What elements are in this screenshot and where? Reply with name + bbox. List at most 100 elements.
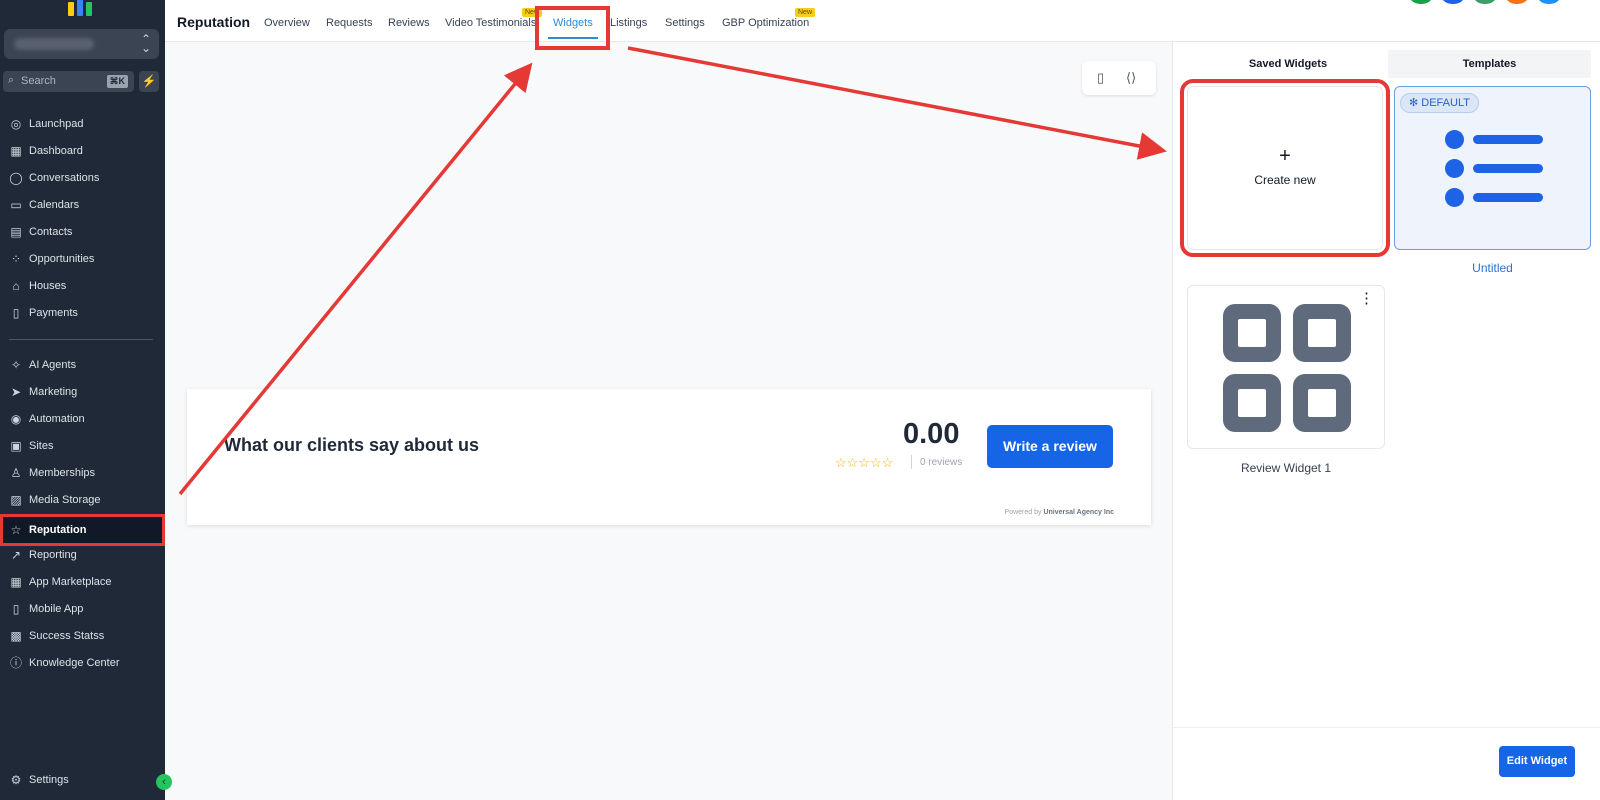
rating-stars: ☆☆☆☆☆ — [835, 455, 894, 470]
preview-toolbar: ▯ ⟨⟩ — [1082, 61, 1156, 95]
sidebar-item-launchpad[interactable]: ◎ Launchpad — [0, 111, 165, 137]
sidebar-item-label: App Marketplace — [29, 576, 112, 588]
avatar[interactable] — [1474, 0, 1496, 4]
sidebar-item-media-storage[interactable]: ▨ Media Storage — [0, 487, 165, 513]
powered-by-name: Universal Agency Inc — [1043, 509, 1114, 516]
rocket-icon: ◎ — [10, 117, 22, 131]
powered-by: Powered by Universal Agency Inc — [1005, 509, 1114, 516]
sidebar: ⌃ ⌄ ⌕ Search ⌘K ⚡ ◎ Launchpad ▦ Dashboard… — [0, 0, 172, 800]
create-new-widget-card[interactable]: + Create new — [1180, 79, 1390, 257]
new-badge: New — [795, 8, 816, 17]
rating-separator — [911, 455, 912, 469]
sidebar-item-app-marketplace[interactable]: ▦ App Marketplace — [0, 569, 165, 595]
mobile-preview-icon[interactable]: ▯ — [1097, 70, 1104, 86]
search-placeholder: Search — [21, 75, 56, 87]
tab-gbp-optimization[interactable]: GBP Optimization — [722, 17, 809, 29]
review-widget-preview: What our clients say about us 0.00 ☆☆☆☆☆… — [187, 389, 1151, 525]
snowflake-icon: ✻ — [1409, 97, 1419, 109]
embed-code-icon[interactable]: ⟨⟩ — [1126, 70, 1136, 86]
sidebar-item-label: Reporting — [29, 549, 77, 561]
quick-action-bolt-icon[interactable]: ⚡ — [139, 71, 159, 92]
sidebar-item-memberships[interactable]: ♙ Memberships — [0, 460, 165, 486]
sidebar-item-ai-agents[interactable]: ✧ AI Agents — [0, 352, 165, 378]
sidebar-item-automation[interactable]: ◉ Automation — [0, 406, 165, 432]
membership-icon: ♙ — [10, 466, 22, 480]
create-new-label: Create new — [1254, 173, 1316, 187]
template-name[interactable]: Untitled — [1394, 261, 1591, 275]
tab-reviews[interactable]: Reviews — [388, 17, 430, 29]
sidebar-item-payments[interactable]: ▯ Payments — [0, 300, 165, 326]
sidebar-item-conversations[interactable]: ◯ Conversations — [0, 165, 165, 191]
sidebar-item-label: Success Statss — [29, 630, 105, 642]
tab-requests[interactable]: Requests — [326, 17, 372, 29]
template-dot — [1445, 188, 1464, 207]
widget-heading: What our clients say about us — [224, 435, 480, 455]
panel-tabs: Saved Widgets Templates — [1188, 50, 1591, 78]
sidebar-item-knowledge-center[interactable]: ⓘ Knowledge Center — [0, 650, 165, 676]
widget-grid-icon — [1293, 304, 1351, 362]
sidebar-item-label: Reputation — [29, 524, 87, 536]
sidebar-item-sites[interactable]: ▣ Sites — [0, 433, 165, 459]
trend-icon: ↗ — [10, 548, 22, 562]
default-template-card[interactable]: ✻ DEFAULT — [1394, 86, 1591, 250]
annotation-highlight-widgets-tab — [535, 6, 610, 50]
sidebar-item-label: Settings — [29, 774, 69, 786]
sidebar-item-label: Payments — [29, 307, 78, 319]
account-switcher[interactable]: ⌃ ⌄ — [4, 29, 159, 59]
saved-widget-name[interactable]: Review Widget 1 — [1187, 461, 1385, 475]
tab-listings[interactable]: Listings — [610, 17, 647, 29]
search-icon: ⌕ — [8, 74, 15, 86]
sidebar-item-label: Automation — [29, 413, 85, 425]
grid-icon: ▦ — [10, 144, 22, 158]
plus-icon: + — [1279, 145, 1291, 167]
widget-grid-icon — [1293, 374, 1351, 432]
saved-widget-card[interactable]: ⋮ — [1187, 285, 1385, 449]
sidebar-item-settings[interactable]: ⚙ Settings — [0, 767, 165, 793]
contacts-icon: ▤ — [10, 225, 22, 239]
sidebar-item-mobile-app[interactable]: ▯ Mobile App — [0, 596, 165, 622]
tab-video-testimonials[interactable]: Video Testimonials — [445, 17, 536, 29]
sidebar-item-reporting[interactable]: ↗ Reporting — [0, 542, 165, 568]
calendar-icon: ▭ — [10, 198, 22, 212]
sidebar-item-label: Marketing — [29, 386, 78, 398]
collapse-sidebar-chevron-icon[interactable]: ‹ — [156, 774, 172, 790]
sidebar-item-marketing[interactable]: ➤ Marketing — [0, 379, 165, 405]
automation-icon: ◉ — [10, 412, 22, 426]
sparkle-icon: ✧ — [10, 358, 22, 372]
page-title: Reputation — [177, 14, 251, 30]
avatar[interactable] — [1506, 0, 1528, 4]
avatar[interactable] — [1538, 0, 1560, 4]
sidebar-item-label: Mobile App — [29, 603, 84, 615]
widget-grid-icon — [1223, 304, 1281, 362]
sidebar-item-label: Contacts — [29, 226, 73, 238]
sidebar-item-houses[interactable]: ⌂ Houses — [0, 273, 165, 299]
sidebar-item-calendars[interactable]: ▭ Calendars — [0, 192, 165, 218]
image-icon: ▨ — [10, 493, 22, 507]
tab-overview[interactable]: Overview — [264, 17, 310, 29]
more-options-icon[interactable]: ⋮ — [1359, 291, 1374, 306]
avatar[interactable] — [1410, 0, 1432, 4]
chat-icon: ◯ — [9, 171, 23, 185]
sidebar-item-label: Dashboard — [29, 145, 83, 157]
arrow-widgets-to-create-new — [627, 46, 1167, 160]
sidebar-item-opportunities[interactable]: ⁘ Opportunities — [0, 246, 165, 272]
search-input[interactable]: ⌕ Search ⌘K — [3, 71, 134, 92]
sidebar-item-contacts[interactable]: ▤ Contacts — [0, 219, 165, 245]
tab-saved-widgets[interactable]: Saved Widgets — [1188, 50, 1388, 78]
sites-icon: ▣ — [10, 439, 22, 453]
sidebar-item-dashboard[interactable]: ▦ Dashboard — [0, 138, 165, 164]
sidebar-divider — [9, 339, 153, 340]
tab-templates[interactable]: Templates — [1388, 50, 1591, 78]
avatar[interactable] — [1442, 0, 1464, 4]
sidebar-item-label: Calendars — [29, 199, 80, 211]
widget-grid-icon — [1223, 374, 1281, 432]
tab-settings[interactable]: Settings — [665, 17, 705, 29]
sidebar-item-label: Memberships — [29, 467, 96, 479]
app-logo[interactable] — [68, 0, 96, 16]
info-icon: ⓘ — [9, 656, 22, 670]
widgets-panel: Saved Widgets Templates + Create new ✻ D… — [1172, 42, 1600, 800]
edit-widget-button[interactable]: Edit Widget — [1499, 746, 1575, 777]
sidebar-item-success-statss[interactable]: ▩ Success Statss — [0, 623, 165, 649]
sidebar-item-label: Conversations — [29, 172, 100, 184]
write-review-button[interactable]: Write a review — [987, 425, 1113, 468]
